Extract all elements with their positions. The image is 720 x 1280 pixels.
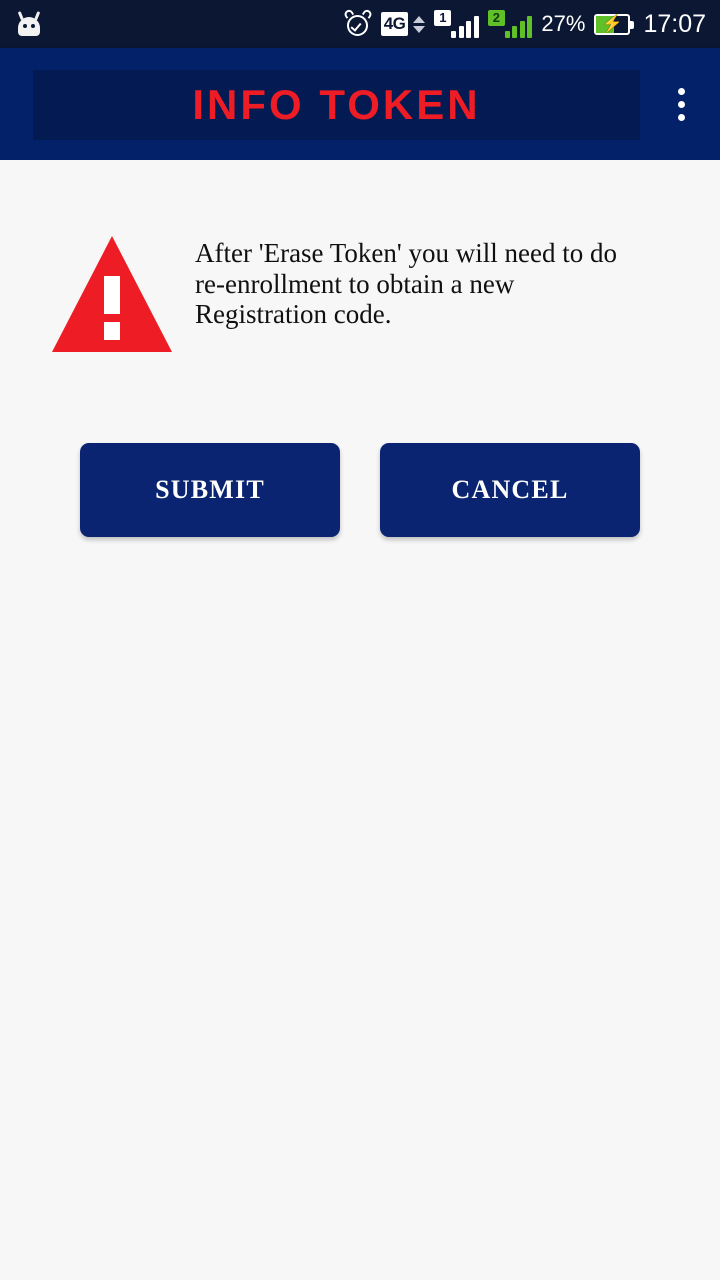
app-bar: INFO TOKEN <box>0 48 720 160</box>
status-bar-right: 4G 1 2 27% ⚡ 17:07 <box>342 8 706 39</box>
overflow-menu-icon[interactable] <box>670 79 692 129</box>
overflow-dot <box>677 113 685 121</box>
charging-battery-icon: ⚡ <box>594 13 635 35</box>
alarm-clock-icon <box>342 8 373 38</box>
content-area: After 'Erase Token' you will need to do … <box>0 160 720 1280</box>
overflow-dot <box>677 87 685 95</box>
warning-triangle-icon <box>50 230 174 360</box>
sim1-signal-icon: 1 <box>434 10 479 38</box>
network-type-badge: 4G <box>380 12 409 36</box>
cyanogenmod-robot-icon <box>16 11 42 37</box>
page-title: INFO TOKEN <box>192 81 481 128</box>
status-bar-clock: 17:07 <box>643 9 706 38</box>
overflow-dot <box>677 100 685 108</box>
submit-button[interactable]: SUBMIT <box>80 443 340 537</box>
charging-bolt-glyph: ⚡ <box>601 13 624 33</box>
data-transfer-arrows-icon <box>413 15 426 33</box>
alert-message-row: After 'Erase Token' you will need to do … <box>0 230 720 360</box>
battery-percentage: 27% <box>541 11 586 36</box>
app-title-panel: INFO TOKEN <box>33 70 640 140</box>
cancel-button[interactable]: CANCEL <box>380 443 640 537</box>
sim1-badge-label: 1 <box>434 10 452 26</box>
status-bar: 4G 1 2 27% ⚡ 17:07 <box>0 0 720 48</box>
sim2-signal-icon: 2 <box>487 10 533 38</box>
status-bar-left <box>16 11 42 37</box>
alert-message-text: After 'Erase Token' you will need to do … <box>195 238 617 329</box>
sim2-badge-label: 2 <box>487 10 505 26</box>
